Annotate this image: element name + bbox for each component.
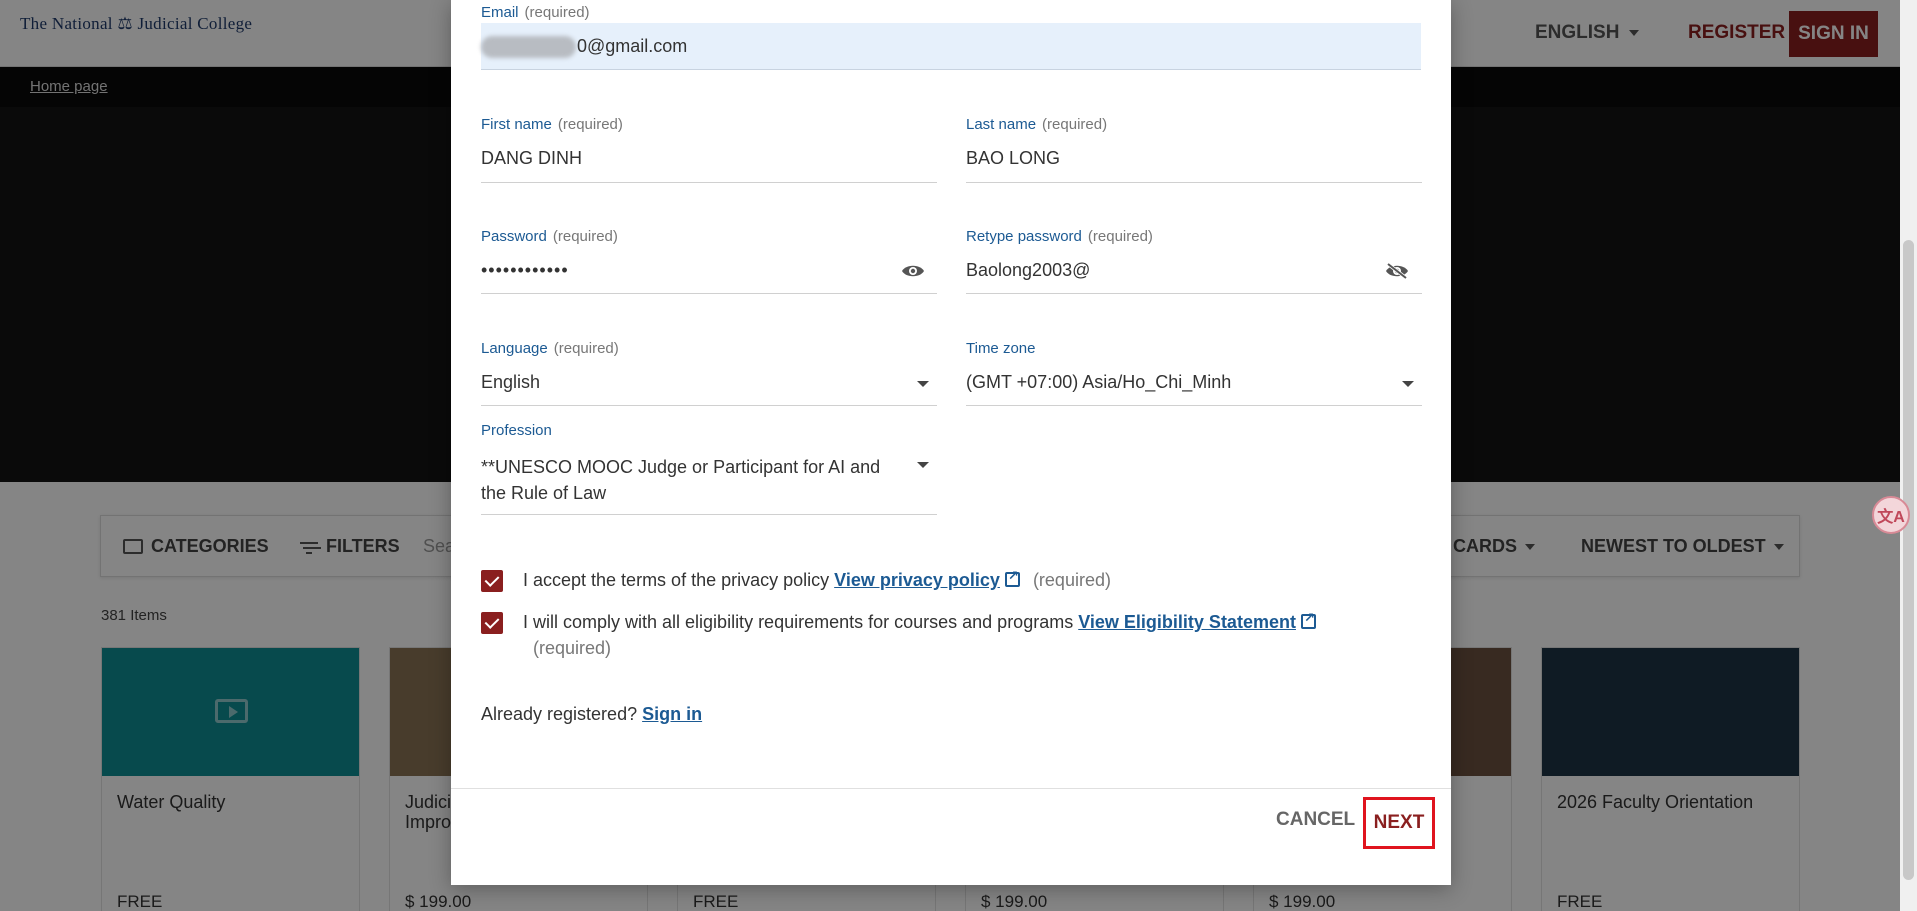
language-field-label: Language (required) [481, 340, 619, 357]
email-value: 0@gmail.com [577, 36, 688, 56]
first-name-field[interactable]: DANG DINH [481, 148, 582, 169]
eligibility-consent: I will comply with all eligibility requi… [523, 610, 1316, 633]
privacy-required: (required) [1032, 570, 1111, 590]
profession-underline [481, 514, 937, 515]
next-button[interactable]: NEXT [1363, 797, 1435, 849]
already-registered: Already registered? Sign in [481, 704, 702, 725]
already-registered-text: Already registered? [481, 704, 638, 724]
privacy-checkbox[interactable] [481, 570, 503, 592]
redacted-text [481, 36, 576, 58]
password-label: Password (required) [481, 228, 618, 245]
time-zone-label: Time zone [966, 340, 1036, 357]
retype-password-label: Retype password (required) [966, 228, 1153, 245]
time-zone-dropdown[interactable]: (GMT +07:00) Asia/Ho_Chi_Minh [966, 372, 1231, 393]
last-name-underline [966, 182, 1422, 183]
time-zone-underline [966, 405, 1422, 406]
profession-dropdown[interactable]: **UNESCO MOOC Judge or Participant for A… [481, 454, 880, 506]
email-label: Email (required) [481, 4, 590, 21]
eye-icon[interactable] [901, 263, 925, 279]
eligibility-checkbox[interactable] [481, 612, 503, 634]
profession-value-line1: **UNESCO MOOC Judge or Participant for A… [481, 457, 881, 477]
cancel-button[interactable]: CANCEL [1276, 809, 1355, 831]
first-name-underline [481, 182, 937, 183]
profession-value-line2: the Rule of Law [481, 483, 607, 503]
language-underline [481, 405, 937, 406]
first-name-label: First name (required) [481, 116, 623, 133]
registration-dialog: Email (required) 0@gmail.com First name (r… [451, 0, 1451, 885]
eligibility-text: I will comply with all eligibility requi… [523, 612, 1074, 632]
external-link-icon [1300, 610, 1316, 629]
sign-in-link[interactable]: Sign in [642, 704, 702, 724]
password-field[interactable]: •••••••••••• [481, 260, 569, 281]
chevron-down-icon[interactable] [917, 381, 929, 387]
profession-label: Profession [481, 422, 552, 439]
last-name-label: Last name (required) [966, 116, 1108, 133]
eligibility-required: (required) [533, 638, 612, 658]
dialog-footer-divider [451, 788, 1451, 789]
retype-password-underline [966, 293, 1422, 294]
password-underline [481, 293, 937, 294]
eye-off-icon[interactable] [1385, 263, 1409, 279]
view-privacy-policy-link[interactable]: View privacy policy [834, 568, 1020, 590]
retype-password-field[interactable]: Baolong2003@ [966, 260, 1090, 281]
chevron-down-icon[interactable] [1402, 381, 1414, 387]
privacy-text: I accept the terms of the privacy policy [523, 570, 830, 590]
language-dropdown[interactable]: English [481, 372, 540, 393]
privacy-consent: I accept the terms of the privacy policy… [523, 568, 1111, 591]
scrollbar-thumb[interactable] [1903, 240, 1914, 880]
chevron-down-icon[interactable] [917, 462, 929, 468]
external-link-icon [1004, 568, 1020, 587]
translate-icon[interactable]: 文A [1872, 496, 1910, 534]
last-name-field[interactable]: BAO LONG [966, 148, 1060, 169]
view-eligibility-statement-link[interactable]: View Eligibility Statement [1078, 610, 1316, 632]
